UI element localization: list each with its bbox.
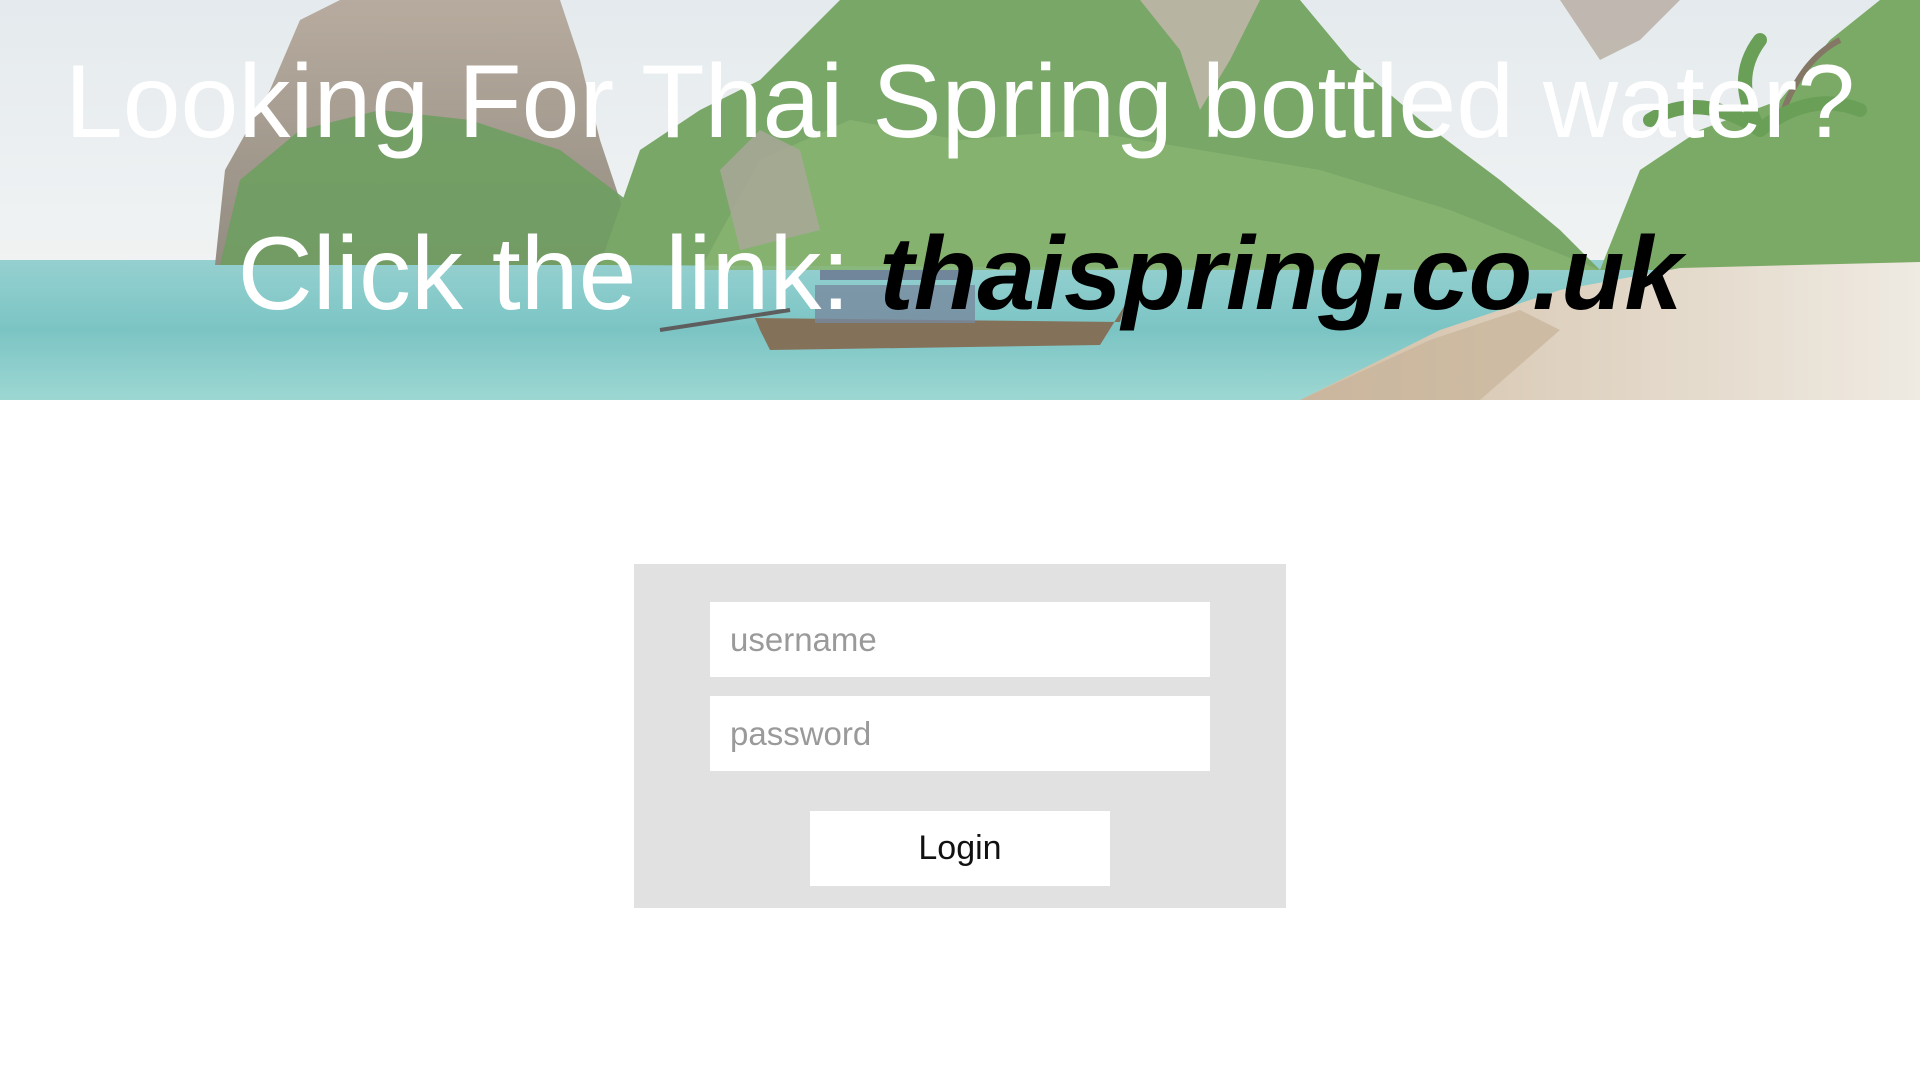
headline-line-1: Looking For Thai Spring bottled water? [64, 44, 1856, 160]
password-input[interactable] [710, 696, 1210, 771]
hero-banner: Looking For Thai Spring bottled water? C… [0, 0, 1920, 400]
page: Looking For Thai Spring bottled water? C… [0, 0, 1920, 1080]
headline-line-2: Click the link: thaispring.co.uk [0, 222, 1920, 326]
headline-link-prefix: Click the link: [237, 216, 880, 332]
login-panel: Login [634, 564, 1286, 908]
username-input[interactable] [710, 602, 1210, 677]
headline-link-text: thaispring.co.uk [879, 216, 1683, 332]
login-button[interactable]: Login [810, 811, 1110, 886]
